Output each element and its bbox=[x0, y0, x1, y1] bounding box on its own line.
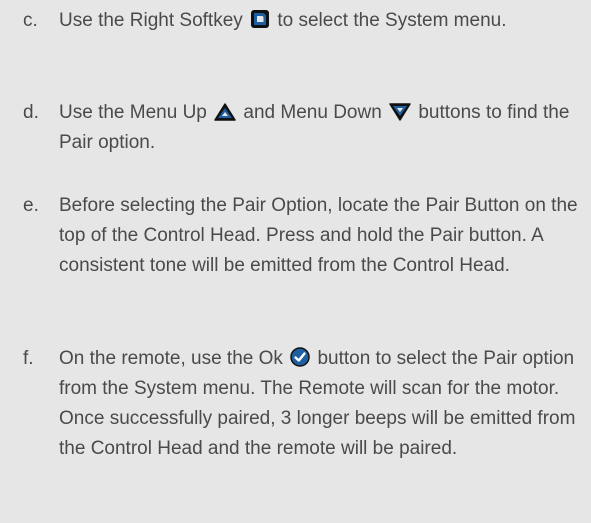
step-d: d. Use the Menu Up and Menu Down buttons… bbox=[23, 98, 583, 158]
menu-up-icon bbox=[214, 103, 236, 121]
step-text-after: to select the System menu. bbox=[277, 10, 507, 31]
step-c: c. Use the Right Softkey to select the S… bbox=[23, 6, 583, 36]
step-letter: d. bbox=[23, 102, 39, 123]
step-text-before: Use the Right Softkey bbox=[59, 10, 243, 31]
step-letter: f. bbox=[23, 348, 34, 369]
step-letter: e. bbox=[23, 195, 39, 216]
step-text-before: On the remote, use the Ok bbox=[59, 348, 283, 369]
step-f: f. On the remote, use the Ok button to s… bbox=[23, 344, 583, 464]
step-text-middle: and Menu Down bbox=[243, 102, 382, 123]
step-letter: c. bbox=[23, 10, 38, 31]
step-text-before: Use the Menu Up bbox=[59, 102, 207, 123]
right-softkey-icon bbox=[250, 9, 270, 29]
step-text: Before selecting the Pair Option, locate… bbox=[59, 195, 578, 276]
step-text: On the remote, use the Ok button to sele… bbox=[59, 344, 583, 464]
instruction-page: c. Use the Right Softkey to select the S… bbox=[0, 0, 591, 523]
ok-check-icon bbox=[290, 347, 310, 367]
menu-down-icon bbox=[389, 103, 411, 121]
step-text: Use the Menu Up and Menu Down buttons to… bbox=[59, 98, 583, 158]
step-text: Use the Right Softkey to select the Syst… bbox=[59, 6, 583, 36]
step-e: e. Before selecting the Pair Option, loc… bbox=[23, 191, 583, 281]
